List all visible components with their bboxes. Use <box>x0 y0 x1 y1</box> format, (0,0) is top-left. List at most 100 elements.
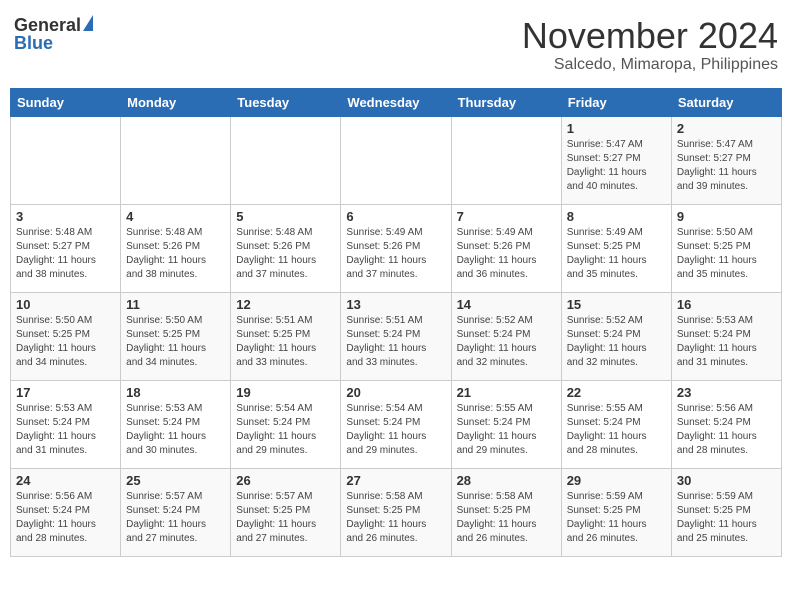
day-info: Sunrise: 5:50 AM Sunset: 5:25 PM Dayligh… <box>16 314 115 370</box>
day-info: Sunrise: 5:57 AM Sunset: 5:24 PM Dayligh… <box>126 490 225 546</box>
day-number: 27 <box>346 473 445 488</box>
day-cell: 29 Sunrise: 5:59 AM Sunset: 5:25 PM Dayli… <box>561 468 671 556</box>
calendar-header-row: SundayMondayTuesdayWednesdayThursdayFrid… <box>11 88 782 116</box>
day-number: 15 <box>567 297 666 312</box>
day-cell: 15 Sunrise: 5:52 AM Sunset: 5:24 PM Dayli… <box>561 292 671 380</box>
day-cell: 28Sunrise: 5:58 AM Sunset: 5:25 PM Dayli… <box>451 468 561 556</box>
day-cell: 21 Sunrise: 5:55 AM Sunset: 5:24 PM Dayli… <box>451 380 561 468</box>
day-number: 3 <box>16 209 115 224</box>
day-cell: 25Sunrise: 5:57 AM Sunset: 5:24 PM Dayli… <box>121 468 231 556</box>
logo-triangle-icon <box>83 15 93 31</box>
day-info: Sunrise: 5:59 AM Sunset: 5:25 PM Dayligh… <box>567 490 666 546</box>
day-number: 7 <box>457 209 556 224</box>
day-number: 18 <box>126 385 225 400</box>
day-number: 6 <box>346 209 445 224</box>
day-cell: 1 Sunrise: 5:47 AM Sunset: 5:27 PM Daylig… <box>561 116 671 204</box>
day-cell: 24Sunrise: 5:56 AM Sunset: 5:24 PM Dayli… <box>11 468 121 556</box>
day-info: Sunrise: 5:47 AM Sunset: 5:27 PM Dayligh… <box>567 138 666 194</box>
header-wednesday: Wednesday <box>341 88 451 116</box>
day-number: 26 <box>236 473 335 488</box>
day-number: 16 <box>677 297 776 312</box>
day-info: Sunrise: 5:55 AM Sunset: 5:24 PM Dayligh… <box>567 402 666 458</box>
day-cell: 6Sunrise: 5:49 AM Sunset: 5:26 PM Daylig… <box>341 204 451 292</box>
day-info: Sunrise: 5:56 AM Sunset: 5:24 PM Dayligh… <box>677 402 776 458</box>
day-cell: 17 Sunrise: 5:53 AM Sunset: 5:24 PM Dayli… <box>11 380 121 468</box>
location-title: Salcedo, Mimaropa, Philippines <box>522 56 778 74</box>
day-cell: 7 Sunrise: 5:49 AM Sunset: 5:26 PM Daylig… <box>451 204 561 292</box>
day-info: Sunrise: 5:54 AM Sunset: 5:24 PM Dayligh… <box>346 402 445 458</box>
day-cell: 14Sunrise: 5:52 AM Sunset: 5:24 PM Dayli… <box>451 292 561 380</box>
week-row-3: 10 Sunrise: 5:50 AM Sunset: 5:25 PM Dayli… <box>11 292 782 380</box>
day-cell: 8 Sunrise: 5:49 AM Sunset: 5:25 PM Daylig… <box>561 204 671 292</box>
day-cell: 19 Sunrise: 5:54 AM Sunset: 5:24 PM Dayli… <box>231 380 341 468</box>
day-cell <box>11 116 121 204</box>
day-number: 20 <box>346 385 445 400</box>
day-info: Sunrise: 5:53 AM Sunset: 5:24 PM Dayligh… <box>16 402 115 458</box>
day-cell <box>121 116 231 204</box>
day-info: Sunrise: 5:51 AM Sunset: 5:25 PM Dayligh… <box>236 314 335 370</box>
day-number: 10 <box>16 297 115 312</box>
day-cell: 12 Sunrise: 5:51 AM Sunset: 5:25 PM Dayli… <box>231 292 341 380</box>
day-number: 5 <box>236 209 335 224</box>
header-friday: Friday <box>561 88 671 116</box>
day-cell: 18 Sunrise: 5:53 AM Sunset: 5:24 PM Dayli… <box>121 380 231 468</box>
day-number: 23 <box>677 385 776 400</box>
logo-general-text: General <box>14 16 81 34</box>
title-block: November 2024 Salcedo, Mimaropa, Philipp… <box>522 16 778 74</box>
header-saturday: Saturday <box>671 88 781 116</box>
day-number: 8 <box>567 209 666 224</box>
day-cell: 9 Sunrise: 5:50 AM Sunset: 5:25 PM Daylig… <box>671 204 781 292</box>
week-row-5: 24Sunrise: 5:56 AM Sunset: 5:24 PM Dayli… <box>11 468 782 556</box>
day-number: 2 <box>677 121 776 136</box>
day-number: 9 <box>677 209 776 224</box>
day-info: Sunrise: 5:49 AM Sunset: 5:26 PM Dayligh… <box>457 226 556 282</box>
day-number: 4 <box>126 209 225 224</box>
day-info: Sunrise: 5:48 AM Sunset: 5:26 PM Dayligh… <box>126 226 225 282</box>
day-cell: 13Sunrise: 5:51 AM Sunset: 5:24 PM Dayli… <box>341 292 451 380</box>
month-title: November 2024 <box>522 16 778 56</box>
day-info: Sunrise: 5:48 AM Sunset: 5:26 PM Dayligh… <box>236 226 335 282</box>
day-number: 30 <box>677 473 776 488</box>
day-number: 12 <box>236 297 335 312</box>
day-cell: 30 Sunrise: 5:59 AM Sunset: 5:25 PM Dayli… <box>671 468 781 556</box>
day-cell: 3 Sunrise: 5:48 AM Sunset: 5:27 PM Daylig… <box>11 204 121 292</box>
day-number: 19 <box>236 385 335 400</box>
day-cell: 16 Sunrise: 5:53 AM Sunset: 5:24 PM Dayli… <box>671 292 781 380</box>
day-info: Sunrise: 5:56 AM Sunset: 5:24 PM Dayligh… <box>16 490 115 546</box>
day-info: Sunrise: 5:52 AM Sunset: 5:24 PM Dayligh… <box>457 314 556 370</box>
day-info: Sunrise: 5:54 AM Sunset: 5:24 PM Dayligh… <box>236 402 335 458</box>
calendar-table: SundayMondayTuesdayWednesdayThursdayFrid… <box>10 88 782 557</box>
header-monday: Monday <box>121 88 231 116</box>
logo: General Blue <box>14 16 93 52</box>
week-row-1: 1 Sunrise: 5:47 AM Sunset: 5:27 PM Daylig… <box>11 116 782 204</box>
header-sunday: Sunday <box>11 88 121 116</box>
day-info: Sunrise: 5:49 AM Sunset: 5:25 PM Dayligh… <box>567 226 666 282</box>
day-number: 28 <box>457 473 556 488</box>
day-cell: 20 Sunrise: 5:54 AM Sunset: 5:24 PM Dayli… <box>341 380 451 468</box>
day-info: Sunrise: 5:47 AM Sunset: 5:27 PM Dayligh… <box>677 138 776 194</box>
day-info: Sunrise: 5:55 AM Sunset: 5:24 PM Dayligh… <box>457 402 556 458</box>
day-cell: 5 Sunrise: 5:48 AM Sunset: 5:26 PM Daylig… <box>231 204 341 292</box>
day-info: Sunrise: 5:53 AM Sunset: 5:24 PM Dayligh… <box>126 402 225 458</box>
day-number: 1 <box>567 121 666 136</box>
day-info: Sunrise: 5:51 AM Sunset: 5:24 PM Dayligh… <box>346 314 445 370</box>
day-number: 22 <box>567 385 666 400</box>
page-header: General Blue November 2024 Salcedo, Mima… <box>10 10 782 80</box>
day-cell <box>231 116 341 204</box>
day-info: Sunrise: 5:50 AM Sunset: 5:25 PM Dayligh… <box>677 226 776 282</box>
day-cell: 11Sunrise: 5:50 AM Sunset: 5:25 PM Dayli… <box>121 292 231 380</box>
day-cell: 2 Sunrise: 5:47 AM Sunset: 5:27 PM Daylig… <box>671 116 781 204</box>
day-info: Sunrise: 5:59 AM Sunset: 5:25 PM Dayligh… <box>677 490 776 546</box>
day-number: 11 <box>126 297 225 312</box>
day-info: Sunrise: 5:52 AM Sunset: 5:24 PM Dayligh… <box>567 314 666 370</box>
logo-blue-text: Blue <box>14 34 53 52</box>
day-cell: 27 Sunrise: 5:58 AM Sunset: 5:25 PM Dayli… <box>341 468 451 556</box>
day-number: 21 <box>457 385 556 400</box>
day-info: Sunrise: 5:48 AM Sunset: 5:27 PM Dayligh… <box>16 226 115 282</box>
day-number: 17 <box>16 385 115 400</box>
day-info: Sunrise: 5:53 AM Sunset: 5:24 PM Dayligh… <box>677 314 776 370</box>
day-info: Sunrise: 5:58 AM Sunset: 5:25 PM Dayligh… <box>346 490 445 546</box>
day-cell: 23 Sunrise: 5:56 AM Sunset: 5:24 PM Dayli… <box>671 380 781 468</box>
day-info: Sunrise: 5:57 AM Sunset: 5:25 PM Dayligh… <box>236 490 335 546</box>
day-number: 29 <box>567 473 666 488</box>
